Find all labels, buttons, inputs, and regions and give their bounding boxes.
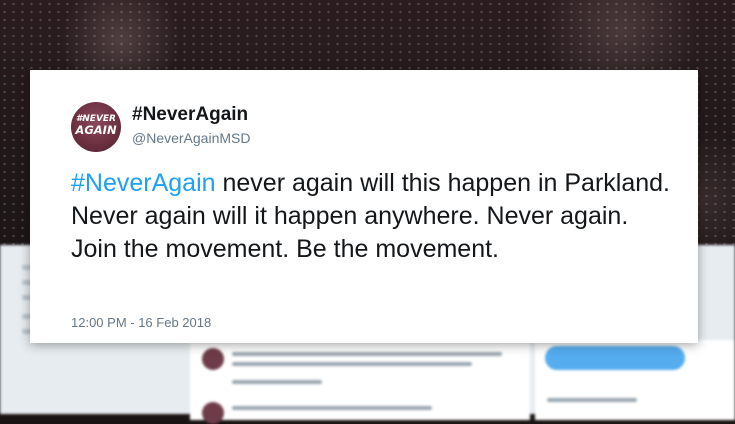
- blurred-line: [232, 406, 432, 410]
- blurred-line: [547, 398, 637, 402]
- tweet-timestamp[interactable]: 12:00 PM - 16 Feb 2018: [71, 315, 211, 330]
- avatar-logo-text: #NEVER AGAIN: [71, 114, 121, 136]
- hashtag-link[interactable]: #NeverAgain: [71, 169, 216, 197]
- blurred-line: [232, 380, 322, 384]
- tweet-text: #NeverAgain never again will this happen…: [71, 167, 671, 266]
- display-name[interactable]: #NeverAgain: [132, 104, 248, 126]
- blurred-button: [545, 346, 685, 370]
- tweet-card: #NEVER AGAIN #NeverAgain @NeverAgainMSD …: [30, 70, 698, 343]
- blurred-avatar: [202, 402, 224, 424]
- blurred-avatar: [202, 348, 224, 370]
- blurred-right-panel: [535, 340, 735, 420]
- blurred-line: [232, 352, 502, 356]
- blurred-timeline: [190, 340, 530, 424]
- user-handle[interactable]: @NeverAgainMSD: [132, 130, 250, 146]
- avatar[interactable]: #NEVER AGAIN: [71, 102, 121, 152]
- avatar-logo-line2: AGAIN: [75, 123, 117, 137]
- blurred-line: [232, 362, 472, 366]
